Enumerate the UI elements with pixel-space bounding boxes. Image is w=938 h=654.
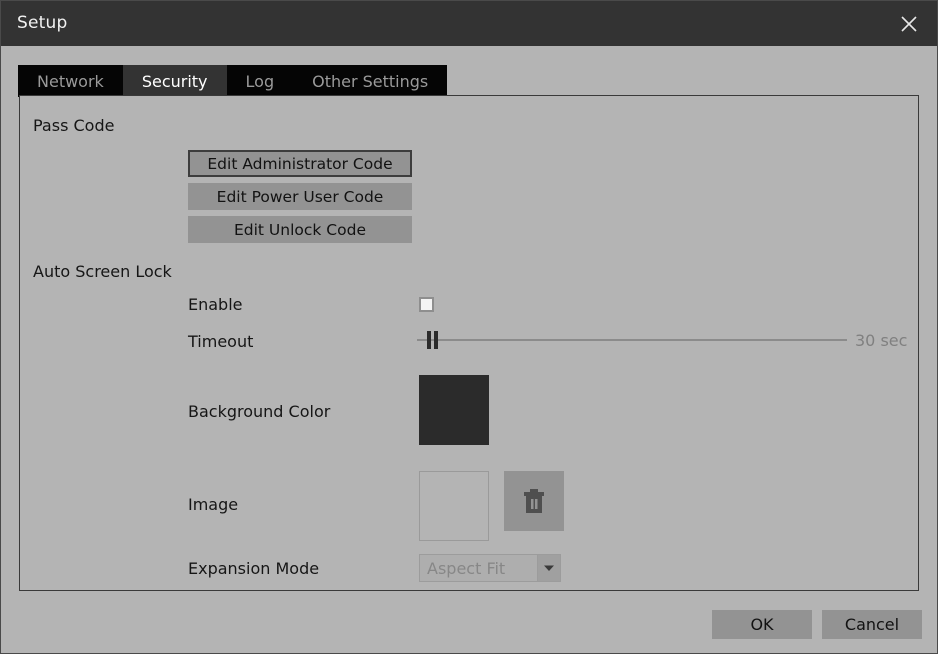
tab-security[interactable]: Security <box>122 65 227 97</box>
close-icon[interactable] <box>889 7 929 41</box>
title-bar: Setup <box>1 1 937 46</box>
pass-code-section-title: Pass Code <box>33 116 115 135</box>
timeout-value-text: 30 sec <box>855 331 908 350</box>
background-color-label: Background Color <box>188 402 331 421</box>
slider-handle-bar-left <box>427 331 431 349</box>
edit-power-user-code-button[interactable]: Edit Power User Code <box>188 183 412 210</box>
tab-network[interactable]: Network <box>18 65 123 97</box>
security-settings-panel: Pass Code Edit Administrator Code Edit P… <box>19 95 919 591</box>
timeout-slider-handle[interactable] <box>427 331 439 349</box>
expansion-mode-dropdown[interactable]: Aspect Fit <box>419 554 561 582</box>
tab-log[interactable]: Log <box>226 65 294 97</box>
timeout-slider-track <box>417 339 847 341</box>
enable-label: Enable <box>188 295 243 314</box>
setup-dialog-window: Setup Network Security Log Other Setting… <box>0 0 938 654</box>
expansion-mode-label: Expansion Mode <box>188 559 320 578</box>
edit-administrator-code-button[interactable]: Edit Administrator Code <box>188 150 412 177</box>
window-title: Setup <box>17 13 68 33</box>
chevron-down-icon[interactable] <box>537 554 561 582</box>
image-preview-box[interactable] <box>419 471 489 541</box>
auto-screen-lock-section-title: Auto Screen Lock <box>33 262 172 281</box>
slider-handle-bar-right <box>434 331 438 349</box>
timeout-label: Timeout <box>188 332 254 351</box>
cancel-button[interactable]: Cancel <box>822 610 922 639</box>
expansion-mode-value: Aspect Fit <box>419 554 537 582</box>
timeout-slider[interactable] <box>417 329 847 351</box>
background-color-swatch[interactable] <box>419 375 489 445</box>
enable-checkbox[interactable] <box>419 297 434 312</box>
tab-strip: Network Security Log Other Settings <box>18 65 448 97</box>
image-label: Image <box>188 495 239 514</box>
ok-button[interactable]: OK <box>712 610 812 639</box>
edit-unlock-code-button[interactable]: Edit Unlock Code <box>188 216 412 243</box>
trash-icon[interactable] <box>504 471 564 531</box>
tab-other-settings[interactable]: Other Settings <box>293 65 448 97</box>
